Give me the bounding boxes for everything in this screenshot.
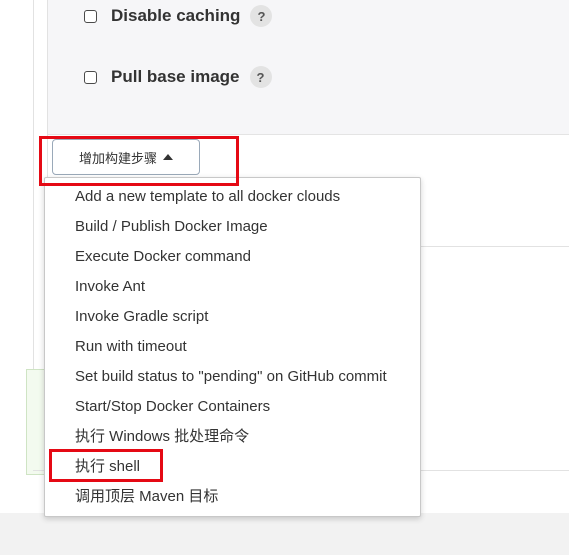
menu-item-windows-batch[interactable]: 执行 Windows 批处理命令 [75, 422, 249, 452]
menu-item-add-template[interactable]: Add a new template to all docker clouds [75, 182, 340, 212]
page: Disable caching ? Pull base image ? 增加构建… [0, 0, 569, 555]
caret-up-icon [163, 154, 173, 160]
pull-base-image-checkbox[interactable] [84, 70, 97, 84]
menu-item-execute-docker-command[interactable]: Execute Docker command [75, 242, 251, 272]
footer-band [0, 513, 569, 555]
option-label: Disable caching [111, 6, 241, 25]
help-icon[interactable]: ? [249, 66, 272, 88]
menu-item-start-stop-containers[interactable]: Start/Stop Docker Containers [75, 392, 270, 422]
help-icon[interactable]: ? [250, 5, 273, 27]
background-panel [26, 369, 46, 475]
menu-item-execute-shell[interactable]: 执行 shell [75, 452, 140, 482]
menu-item-run-with-timeout[interactable]: Run with timeout [75, 332, 187, 362]
option-label: Pull base image [111, 67, 240, 86]
add-build-step-label: 增加构建步骤 [78, 150, 157, 166]
menu-item-build-publish-docker[interactable]: Build / Publish Docker Image [75, 212, 268, 242]
menu-item-set-build-status[interactable]: Set build status to "pending" on GitHub … [75, 362, 387, 392]
menu-item-maven-targets[interactable]: 调用顶层 Maven 目标 [75, 482, 218, 512]
option-pull-base-image: Pull base image ? [84, 64, 272, 90]
menu-item-invoke-gradle[interactable]: Invoke Gradle script [75, 302, 208, 332]
disable-caching-checkbox[interactable] [84, 9, 97, 23]
build-step-menu: Add a new template to all docker clouds … [44, 177, 421, 517]
menu-item-invoke-ant[interactable]: Invoke Ant [75, 272, 145, 302]
divider [420, 246, 569, 247]
add-build-step-button[interactable]: 增加构建步骤 [52, 139, 200, 175]
option-disable-caching: Disable caching ? [84, 3, 273, 29]
